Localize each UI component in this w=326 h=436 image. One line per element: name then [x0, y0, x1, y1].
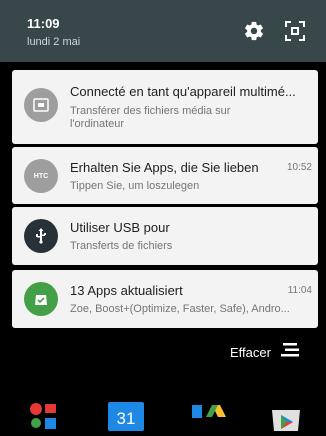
screen-capture-icon[interactable] [284, 20, 306, 42]
drive-docs-folder-icon[interactable] [190, 402, 230, 427]
clear-all-icon [279, 342, 301, 363]
usb-media-icon [24, 88, 58, 122]
notification-apps-updated[interactable]: 13 Apps aktualisiert 11:04 Zoe, Boost+(O… [12, 270, 318, 328]
notification-time: 11:04 [287, 285, 312, 296]
calendar-day: 31 [116, 409, 136, 428]
notification-title: Connecté en tant qu'appareil multimé... [70, 84, 296, 99]
notification-subtitle: Transférer des fichiers média sur l'ordi… [70, 105, 231, 130]
notification-title: Erhalten Sie Apps, die Sie lieben [70, 160, 259, 175]
notification-subtitle: Tippen Sie, um loszulegen [70, 180, 200, 192]
notification-subtitle: Transferts de fichiers [70, 240, 173, 252]
notification-usb-media[interactable]: Connecté en tant qu'appareil multimé... … [12, 70, 318, 144]
clock-time: 11:09 [27, 16, 60, 31]
notification-header: 11:09 lundi 2 mai [0, 0, 326, 62]
play-store-update-icon [24, 282, 58, 316]
notification-time: 10:52 [286, 162, 312, 173]
current-date: lundi 2 mai [27, 36, 81, 48]
notification-title: Utiliser USB pour [70, 220, 170, 235]
notification-get-apps[interactable]: HTC Erhalten Sie Apps, die Sie lieben 10… [12, 147, 318, 204]
google-apps-folder-icon[interactable] [28, 402, 60, 431]
play-store-icon[interactable] [268, 402, 304, 431]
htc-logo-text: HTC [33, 172, 49, 180]
usb-icon [24, 219, 58, 253]
settings-gear-icon[interactable] [243, 20, 265, 42]
clear-all-label: Effacer [230, 345, 271, 360]
clear-all-button[interactable]: Effacer [230, 342, 301, 363]
htc-icon: HTC [24, 159, 58, 193]
calendar-icon[interactable]: 31 [108, 402, 144, 431]
notification-usb-mode[interactable]: Utiliser USB pour Transferts de fichiers [12, 207, 318, 265]
notification-title: 13 Apps aktualisiert [70, 283, 183, 298]
notification-subtitle: Zoe, Boost+(Optimize, Faster, Safe), And… [70, 303, 290, 315]
